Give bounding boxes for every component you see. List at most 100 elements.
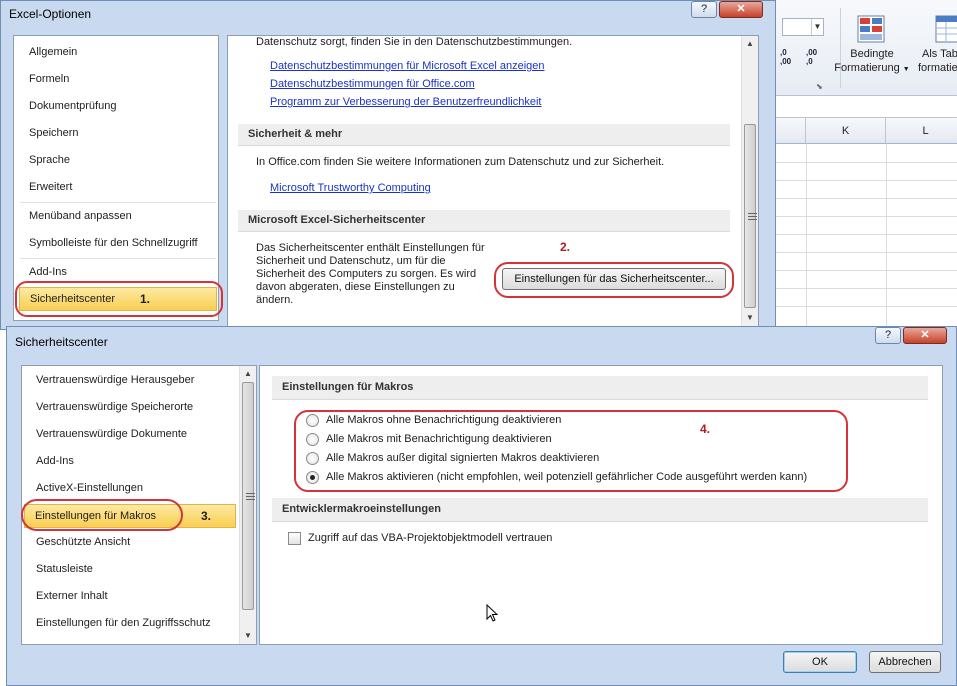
vba-trust-checkbox[interactable] (288, 532, 301, 545)
chevron-down-icon: ▼ (811, 19, 823, 35)
sidebar-divider (20, 202, 216, 203)
scroll-thumb[interactable] (744, 124, 757, 308)
trust-center-dialog: Sicherheitscenter ? ✕ Vertrauenswürdige … (6, 326, 957, 686)
dialog-title: Sicherheitscenter (15, 335, 108, 349)
grid-line (772, 234, 957, 235)
grid-line (772, 198, 957, 199)
options-scrollbar[interactable]: ▲ ▼ (741, 36, 758, 326)
title-buttons: ? ✕ (691, 1, 763, 18)
grid-line (772, 288, 957, 289)
vba-trust-label: Zugriff auf das VBA-Projektobjektmodell … (308, 532, 553, 544)
ok-button[interactable]: OK (783, 651, 857, 673)
sidebar-item-herausgeber[interactable]: Vertrauenswürdige Herausgeber (36, 374, 194, 386)
sidebar-item-externer-inhalt[interactable]: Externer Inhalt (36, 590, 108, 602)
annotation-circle-4 (294, 410, 848, 492)
help-button[interactable]: ? (875, 327, 901, 344)
excel-options-dialog: Excel-Optionen ? ✕ Allgemein Formeln Dok… (0, 0, 776, 330)
format-as-table-button[interactable]: Als Tab formatie (918, 12, 957, 92)
section-header-entwickler: Entwicklermakroeinstellungen (272, 498, 928, 522)
decrease-decimal-line2: ,0 (806, 57, 813, 66)
options-sidebar: Allgemein Formeln Dokumentprüfung Speich… (13, 35, 219, 321)
formula-bar[interactable] (772, 96, 957, 118)
grid-line (772, 252, 957, 253)
cancel-button[interactable]: Abbrechen (869, 651, 941, 673)
sidebar-item-erweitert[interactable]: Erweitert (29, 181, 72, 193)
scroll-down-icon[interactable]: ▼ (742, 310, 758, 326)
sidebar-item-sprache[interactable]: Sprache (29, 154, 70, 166)
sidebar-item-dokumente[interactable]: Vertrauenswürdige Dokumente (36, 428, 187, 440)
column-header-k[interactable]: K (806, 118, 886, 144)
privacy-link-office[interactable]: Datenschutzbestimmungen für Office.com (270, 78, 475, 90)
section-header-makros: Einstellungen für Makros (272, 376, 928, 400)
sidebar-item-menueband[interactable]: Menüband anpassen (29, 210, 132, 222)
ceip-link[interactable]: Programm zur Verbesserung der Benutzerfr… (270, 96, 541, 108)
sidebar-scrollbar[interactable]: ▲ ▼ (239, 366, 256, 644)
sidebar-divider (20, 258, 216, 259)
conditional-formatting-label-2: Formatierung ▼ (834, 62, 910, 74)
column-header-l[interactable]: L (886, 118, 957, 144)
privacy-text: Datenschutz sorgt, finden Sie in den Dat… (256, 36, 573, 48)
conditional-formatting-button[interactable]: Bedingte Formatierung ▼ (834, 12, 910, 92)
sidebar-item-speichern[interactable]: Speichern (29, 127, 79, 139)
section-header-label: Sicherheit & mehr (248, 128, 343, 140)
grid-line (772, 162, 957, 163)
table-icon (935, 15, 957, 43)
grid-line (772, 270, 957, 271)
section-header-sicherheit: Sicherheit & mehr (238, 124, 730, 146)
close-button[interactable]: ✕ (719, 1, 763, 18)
conditional-formatting-icon (857, 15, 885, 43)
column-header-j[interactable] (772, 118, 806, 144)
decrease-decimal-line1: ,00 (806, 48, 818, 57)
trustworthy-computing-link[interactable]: Microsoft Trustworthy Computing (270, 182, 431, 194)
sidebar-item-statusleiste[interactable]: Statusleiste (36, 563, 93, 575)
increase-decimal-button[interactable]: ,0 ,00 (780, 48, 791, 66)
chevron-down-icon: ▼ (902, 66, 910, 73)
sidebar-item-dokumentpruefung[interactable]: Dokumentprüfung (29, 100, 116, 112)
grid-line (886, 144, 887, 340)
sidebar-item-speicherorte[interactable]: Vertrauenswürdige Speicherorte (36, 401, 193, 413)
scroll-up-icon[interactable]: ▲ (240, 366, 256, 382)
sidebar-item-activex[interactable]: ActiveX-Einstellungen (36, 482, 143, 494)
sidebar-item-addins[interactable]: Add-Ins (36, 455, 74, 467)
decrease-decimal-button[interactable]: ,00 ,0 (806, 48, 817, 66)
grip-line (246, 493, 255, 494)
grid-line (772, 216, 957, 217)
grid-line (806, 144, 807, 340)
trust-center-description: Das Sicherheitscenter enthält Einstellun… (256, 242, 485, 306)
annotation-circle-1 (15, 281, 223, 317)
section-header-label: Einstellungen für Makros (282, 381, 414, 393)
section-header-label: Entwicklermakroeinstellungen (282, 503, 441, 515)
grip-line (748, 216, 757, 217)
dialog-title: Excel-Optionen (9, 7, 92, 21)
mouse-cursor-icon (486, 604, 498, 622)
number-format-dropdown[interactable]: ▼ (782, 18, 824, 36)
grid-line (772, 306, 957, 307)
sidebar-item-formeln[interactable]: Formeln (29, 73, 69, 85)
sidebar-item-zugriffsschutz[interactable]: Einstellungen für den Zugriffsschutz (36, 617, 211, 629)
format-as-table-label-1: Als Tab (922, 48, 957, 60)
excel-background-window: ▼ ,0 ,00 ,00 ,0 ⬊ Bedingte Formatierung … (772, 0, 957, 340)
close-button[interactable]: ✕ (903, 327, 947, 344)
help-button[interactable]: ? (691, 1, 717, 18)
grip-line (246, 496, 255, 497)
increase-decimal-line1: ,0 (780, 48, 787, 57)
scroll-down-icon[interactable]: ▼ (240, 628, 256, 644)
increase-decimal-line2: ,00 (780, 57, 792, 66)
sidebar-item-allgemein[interactable]: Allgemein (29, 46, 77, 58)
title-buttons: ? ✕ (875, 327, 947, 344)
dialog-launcher-icon[interactable]: ⬊ (816, 82, 823, 91)
conditional-formatting-label-2-text: Formatierung (834, 62, 900, 74)
grid-line (772, 180, 957, 181)
sidebar-item-addins[interactable]: Add-Ins (29, 266, 67, 278)
section-header-sicherheitscenter: Microsoft Excel-Sicherheitscenter (238, 210, 730, 232)
security-info-text: In Office.com finden Sie weitere Informa… (256, 156, 665, 168)
sidebar-item-geschuetzte-ansicht[interactable]: Geschützte Ansicht (36, 536, 130, 548)
scroll-thumb[interactable] (242, 382, 255, 610)
privacy-link-excel[interactable]: Datenschutzbestimmungen für Microsoft Ex… (270, 60, 545, 72)
sidebar-item-schnellzugriff[interactable]: Symbolleiste für den Schnellzugriff (29, 237, 198, 249)
macro-settings-pane: Einstellungen für Makros Alle Makros ohn… (259, 365, 943, 645)
grip-line (748, 213, 757, 214)
section-header-label: Microsoft Excel-Sicherheitscenter (248, 214, 426, 226)
scroll-up-icon[interactable]: ▲ (742, 36, 758, 52)
annotation-2: 2. (560, 240, 571, 254)
